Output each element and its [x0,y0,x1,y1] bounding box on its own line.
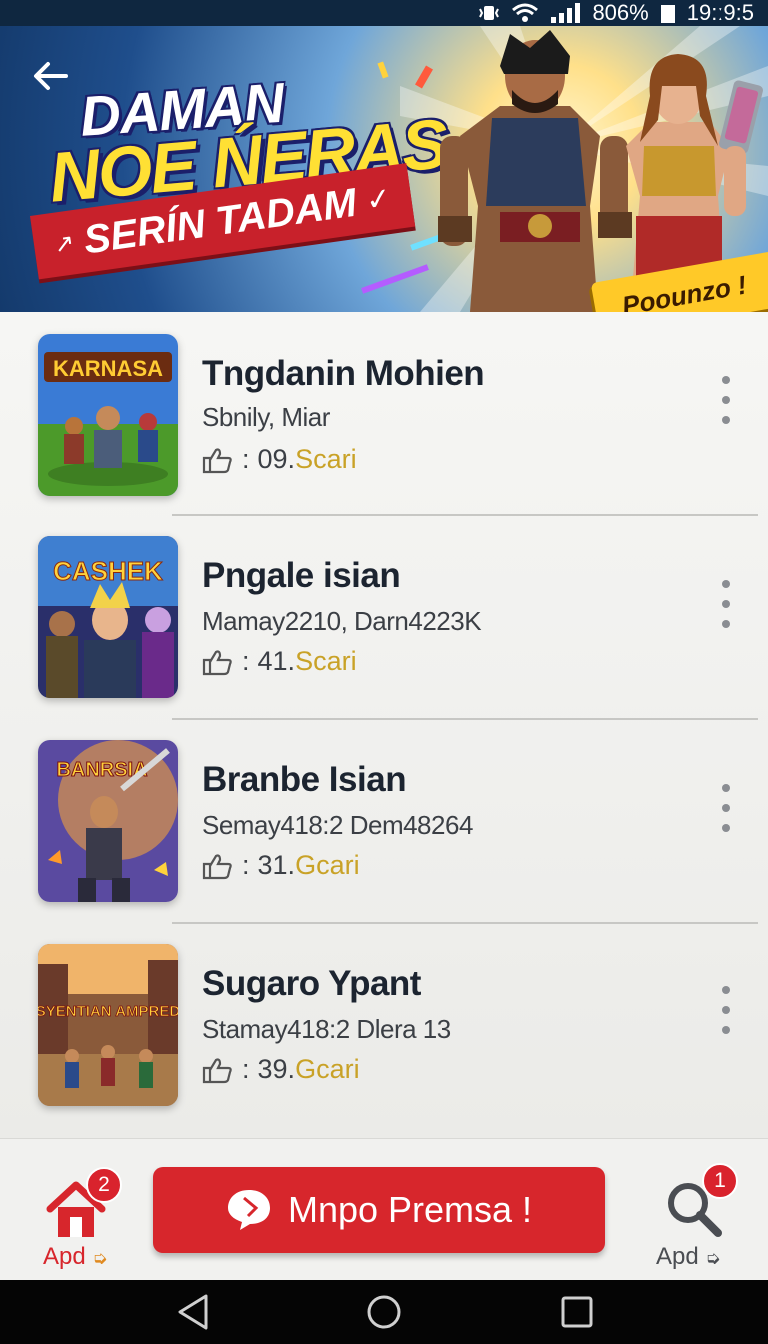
clock: 19:ː9:5 [686,0,754,25]
meta-word: Gcari [295,850,360,880]
meta-colon: : [242,850,250,880]
battery-percent: 806% [592,0,649,25]
game-meta: : 41. Scari [202,646,357,677]
thumbs-up-icon [202,853,232,879]
search-nav-label: Apd ➭ [656,1243,721,1270]
system-navigation-bar [0,1280,768,1344]
meta-word: Gcari [295,1054,360,1084]
game-list: KARNASA Tngdanin Mohien Sbnily, Miar : 0… [0,312,768,1138]
game-title: Pngale isian [202,556,401,595]
bottom-action-bar: 2 Apd ➭ Mnpo Premsa ! 1 Apd ➭ [0,1138,768,1280]
home-nav-label: Apd ➭ [43,1243,108,1270]
meta-word: Scari [295,444,357,474]
check-icon: ✓ [363,181,394,218]
trend-icon: ↗ [52,228,77,259]
thumb-title: SYENTIAN AMPRED [38,1003,178,1020]
back-nav-icon[interactable] [174,1294,214,1330]
game-title: Tngdanin Mohien [202,354,485,393]
thumb-title: KARNASA [53,356,163,381]
thumb-title: CASHEK [53,556,163,586]
arrow-icon: ➭ [92,1248,108,1268]
notification-badge: 2 [86,1167,122,1203]
more-options-icon[interactable] [712,982,740,1038]
game-subtitle: Mamay2210, Darn4223K [202,606,482,636]
game-title: Sugaro Ypant [202,964,421,1003]
game-subtitle: Stamay418:2 Dlera 13 [202,1014,451,1044]
more-options-icon[interactable] [712,780,740,836]
thumbs-up-icon [202,649,232,675]
status-bar: 806% 19:ː9:5 [0,0,768,26]
game-meta: : 31. Gcari [202,850,360,881]
game-thumbnail: KARNASA [38,334,178,496]
meta-word: Scari [295,646,357,676]
game-thumbnail: CASHEK [38,536,178,698]
promo-badge-text: Poounzo ! [619,269,749,312]
home-nav-button[interactable]: 2 Apd ➭ [40,1163,130,1273]
meta-colon: : [242,646,250,676]
game-thumbnail: BANRSIA [38,740,178,902]
thumbs-up-icon [202,1057,232,1083]
meta-number: 31. [257,850,296,880]
thumbs-up-icon [202,447,232,473]
meta-colon: : [242,1054,250,1084]
back-arrow-icon[interactable] [30,56,70,96]
arrow-icon: ➭ [705,1248,721,1268]
main-cta-button[interactable]: Mnpo Premsa ! [153,1167,605,1253]
home-nav-icon[interactable] [364,1294,404,1330]
game-subtitle: Sbnily, Miar [202,402,330,432]
list-item[interactable]: SYENTIAN AMPRED Sugaro Ypant Stamay418:2… [0,924,768,1128]
battery-icon [660,3,675,23]
game-meta: : 39. Gcari [202,1054,360,1085]
list-item[interactable]: BANRSIA Branbe Isian Semay418:2 Dem48264… [0,720,768,924]
recents-nav-icon[interactable] [556,1294,596,1330]
game-subtitle: Semay418:2 Dem48264 [202,810,473,840]
list-item[interactable]: KARNASA Tngdanin Mohien Sbnily, Miar : 0… [0,312,768,516]
meta-colon: : [242,444,250,474]
more-options-icon[interactable] [712,372,740,428]
game-thumbnail: SYENTIAN AMPRED [38,944,178,1106]
list-item[interactable]: CASHEK Pngale isian Mamay2210, Darn4223K… [0,516,768,720]
search-nav-button[interactable]: 1 Apd ➭ [648,1163,748,1273]
game-meta: : 09. Scari [202,444,357,475]
chat-bubble-icon [227,1190,270,1230]
signal-icon [550,3,581,23]
game-title: Branbe Isian [202,760,407,799]
cta-label: Mnpo Premsa ! [287,1189,533,1230]
notification-badge: 1 [702,1163,738,1199]
more-options-icon[interactable] [712,576,740,632]
wifi-icon [512,3,539,23]
promo-banner[interactable]: DAMAN NOE ŃERAS ↗ SERÍN TADAM ✓ Poounzo … [0,26,768,312]
meta-number: 09. [257,444,296,474]
meta-number: 41. [257,646,296,676]
meta-number: 39. [257,1054,296,1084]
vibrate-icon [478,3,500,23]
